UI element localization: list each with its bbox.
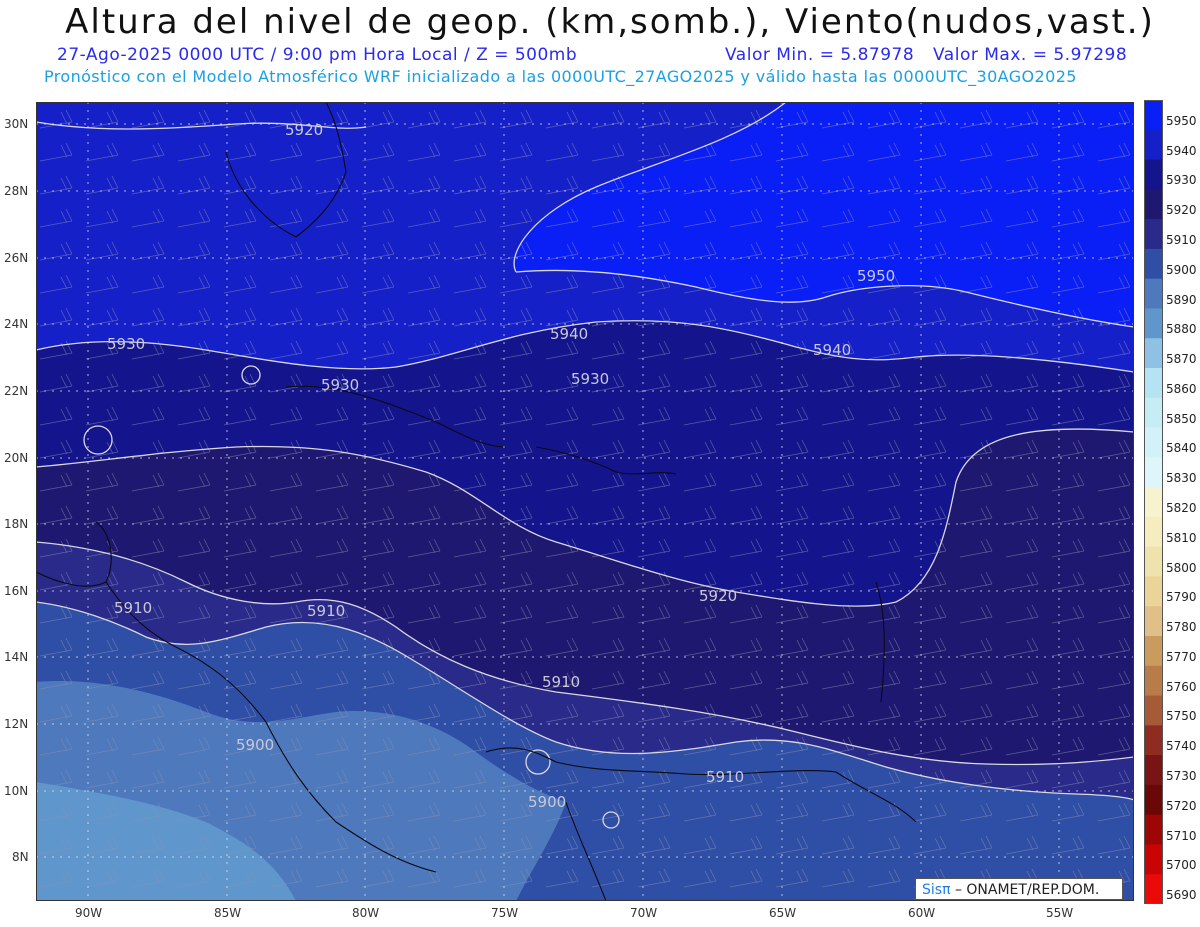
credit-text: – ONAMET/REP.DOM. xyxy=(954,882,1100,898)
contour-label: 5950 xyxy=(857,267,895,285)
colorbar-swatch xyxy=(1144,100,1163,131)
contour-label: 5920 xyxy=(285,121,323,139)
colorbar-label: 5700 xyxy=(1166,858,1197,873)
colorbar-swatch xyxy=(1144,844,1163,875)
colorbar-label: 5690 xyxy=(1166,888,1197,903)
lat-label: 24N xyxy=(4,317,29,331)
colorbar-label: 5830 xyxy=(1166,471,1197,486)
colorbar-swatch xyxy=(1144,368,1163,399)
colorbar-label: 5790 xyxy=(1166,590,1197,605)
colorbar-label: 5890 xyxy=(1166,292,1197,307)
colorbar-label: 5730 xyxy=(1166,769,1197,783)
colorbar-label: 5780 xyxy=(1166,620,1197,635)
colorbar-label: 5770 xyxy=(1166,649,1197,664)
colorbar-swatch xyxy=(1144,248,1163,280)
colorbar-swatch xyxy=(1144,457,1163,488)
contour-label: 5930 xyxy=(321,376,359,394)
contour-label: 5930 xyxy=(107,335,145,353)
colorbar-swatch xyxy=(1144,576,1163,607)
lon-label: 90W xyxy=(75,906,103,920)
contour-label: 5910 xyxy=(114,599,152,617)
lon-label: 75W xyxy=(491,906,519,920)
contour-label: 5940 xyxy=(550,325,588,343)
colorbar-label: 5880 xyxy=(1166,322,1197,337)
lat-label: 28N xyxy=(4,184,29,198)
lon-label: 80W xyxy=(352,906,380,920)
colorbar-swatch xyxy=(1144,874,1163,904)
contour-label: 5920 xyxy=(699,587,737,605)
colorbar-label: 5710 xyxy=(1166,828,1197,843)
subtitle-date: 27-Ago-2025 0000 UTC / 9:00 pm Hora Loca… xyxy=(57,45,578,65)
colorbar-swatch xyxy=(1144,814,1163,845)
lon-label: 55W xyxy=(1046,906,1074,920)
subtitle-max: Valor Max. = 5.97298 xyxy=(933,45,1128,65)
colorbar-label: 5810 xyxy=(1166,530,1197,545)
colorbar-label: 5720 xyxy=(1166,798,1197,813)
lat-label: 18N xyxy=(4,517,29,531)
lon-label: 85W xyxy=(214,906,242,920)
colorbar-swatch xyxy=(1144,308,1163,339)
colorbar-label: 5900 xyxy=(1166,262,1197,277)
colorbar-label: 5750 xyxy=(1166,709,1197,724)
geopotential-map: 5920 5950 5940 5940 5930 5930 5930 5920 … xyxy=(36,102,1134,901)
contour-label: 5900 xyxy=(528,793,566,811)
colorbar-label: 5850 xyxy=(1166,411,1197,426)
colorbar-swatch xyxy=(1144,516,1163,548)
colorbar-label: 5760 xyxy=(1166,679,1197,694)
colorbar-label: 5910 xyxy=(1166,233,1197,247)
contour-label: 5930 xyxy=(571,370,609,388)
lat-label: 20N xyxy=(4,451,29,465)
lat-label: 16N xyxy=(4,584,29,598)
colorbar-label: 5870 xyxy=(1166,352,1197,367)
colorbar-label: 5840 xyxy=(1166,441,1197,456)
subtitle-model: Pronóstico con el Modelo Atmosférico WRF… xyxy=(44,67,1077,86)
colorbar xyxy=(1144,100,1163,904)
lat-label: 8N xyxy=(12,850,29,864)
lat-label: 12N xyxy=(4,717,29,731)
colorbar-swatch xyxy=(1144,189,1163,220)
lat-label: 30N xyxy=(4,117,29,131)
colorbar-swatch xyxy=(1144,397,1163,429)
lat-label: 26N xyxy=(4,251,29,265)
lat-label: 10N xyxy=(4,784,29,798)
lat-label: 22N xyxy=(4,384,29,398)
colorbar-label: 5820 xyxy=(1166,501,1197,515)
contour-label: 5940 xyxy=(813,341,851,359)
credit-badge: Sisπ – ONAMET/REP.DOM. xyxy=(915,878,1123,900)
colorbar-label: 5920 xyxy=(1166,203,1197,218)
colorbar-swatch xyxy=(1144,665,1163,697)
colorbar-label: 5860 xyxy=(1166,381,1197,396)
credit-brand: Sisπ xyxy=(922,882,951,898)
contour-label: 5910 xyxy=(542,673,580,691)
contour-label: 5900 xyxy=(236,736,274,754)
contour-label: 5910 xyxy=(307,602,345,620)
colorbar-label: 5940 xyxy=(1166,143,1197,158)
colorbar-swatch xyxy=(1144,606,1163,637)
colorbar-label: 5800 xyxy=(1166,560,1197,575)
colorbar-swatch xyxy=(1144,427,1163,458)
contour-label: 5910 xyxy=(706,768,744,786)
lon-label: 60W xyxy=(908,906,936,920)
colorbar-swatch xyxy=(1144,546,1163,577)
colorbar-swatch xyxy=(1144,219,1163,250)
colorbar-swatch xyxy=(1144,278,1163,309)
colorbar-label: 5950 xyxy=(1166,113,1197,128)
wind-barbs-layer xyxy=(36,102,1134,901)
colorbar-swatch xyxy=(1144,129,1163,161)
colorbar-swatch xyxy=(1144,159,1163,190)
colorbar-label: 5930 xyxy=(1166,173,1197,188)
colorbar-swatch xyxy=(1144,784,1163,816)
colorbar-swatch xyxy=(1144,755,1163,786)
colorbar-swatch xyxy=(1144,487,1163,518)
colorbar-label: 5740 xyxy=(1166,739,1197,754)
colorbar-swatch xyxy=(1144,695,1163,726)
lat-label: 14N xyxy=(4,650,29,664)
lon-label: 70W xyxy=(630,906,658,920)
subtitle-min: Valor Min. = 5.87978 xyxy=(725,45,915,65)
colorbar-swatch xyxy=(1144,725,1163,756)
lon-label: 65W xyxy=(769,906,797,920)
colorbar-swatch xyxy=(1144,338,1163,369)
colorbar-swatch xyxy=(1144,636,1163,667)
map-title: Altura del nivel de geop. (km,somb.), Vi… xyxy=(65,2,1155,42)
